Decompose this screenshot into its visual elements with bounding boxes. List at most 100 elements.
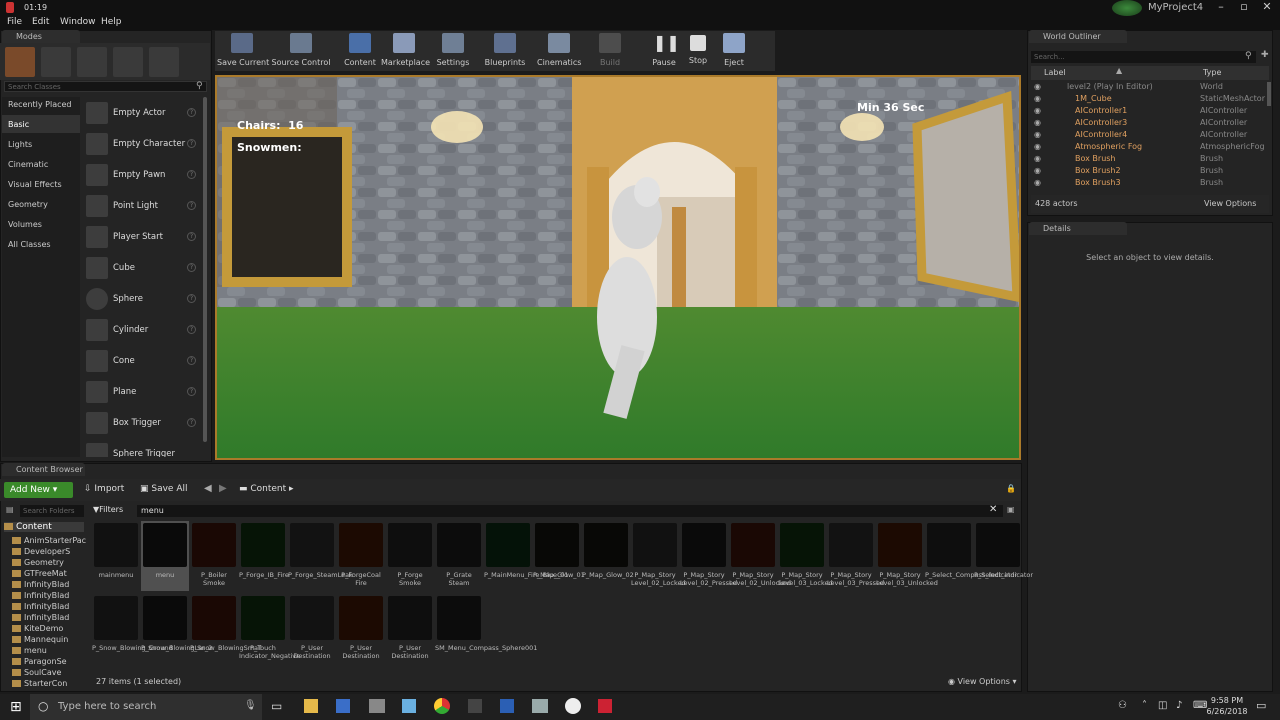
eye-icon[interactable]: ◉ [1034, 130, 1041, 139]
help-icon[interactable]: ? [187, 325, 196, 334]
clear-search-icon[interactable]: ✕ [989, 504, 997, 515]
outliner-row[interactable]: ◉ Atmospheric Fog AtmosphericFog [1031, 141, 1269, 153]
outliner-settings-icon[interactable]: ✚ [1261, 50, 1269, 60]
asset-tile[interactable]: P_MainMenu_Fire_Blue_01 [484, 521, 569, 591]
asset-tile[interactable]: P_Forge_SteamLeak [288, 521, 353, 591]
eject-button[interactable]: Eject [719, 33, 749, 71]
eye-icon[interactable]: ◉ [1034, 118, 1041, 127]
asset-tile[interactable]: mainmenu [92, 521, 140, 591]
asset-tile[interactable]: menu [141, 521, 189, 591]
category-lights[interactable]: Lights [8, 140, 32, 149]
category-cinematic[interactable]: Cinematic [8, 160, 48, 169]
minimize-button[interactable]: – [1210, 0, 1232, 14]
asset-tile[interactable]: P_User Destination [337, 594, 385, 664]
place-empty-actor[interactable]: Empty Actor? [83, 99, 198, 127]
menu-edit[interactable]: Edit [32, 17, 49, 27]
help-icon[interactable]: ? [187, 139, 196, 148]
help-icon[interactable]: ? [187, 232, 196, 241]
import-button[interactable]: ⇩ Import [84, 484, 124, 494]
asset-tile[interactable]: P_Forge_IB_Fire [239, 521, 289, 591]
asset-tile[interactable]: P_User Destination [386, 594, 434, 664]
pause-button[interactable]: ❚❚ Pause [649, 33, 680, 71]
windows-start-icon[interactable]: ⊞ [10, 699, 22, 715]
path-breadcrumb[interactable]: ▬ Content ▸ [239, 484, 294, 494]
asset-tile[interactable]: P_Boiler Smoke [190, 521, 238, 591]
outliner-row[interactable]: ◉ level2 (Play In Editor) World [1031, 81, 1269, 93]
content-button[interactable]: Content [343, 33, 377, 71]
maximize-button[interactable]: ▫ [1233, 0, 1255, 14]
app-icon[interactable] [532, 699, 548, 713]
help-icon[interactable]: ? [187, 387, 196, 396]
outliner-row[interactable]: ◉ AIController1 AIController [1031, 105, 1269, 117]
store-icon[interactable] [336, 699, 350, 713]
folder-item[interactable]: SoulCave [12, 668, 61, 677]
geometry-mode-icon[interactable] [149, 47, 179, 77]
asset-tile[interactable]: P_Map_Glow_02 [582, 521, 634, 591]
folder-item[interactable]: InfinityBlad [12, 602, 69, 611]
folder-item[interactable]: menu [12, 646, 47, 655]
people-icon[interactable]: ⚇ [1118, 700, 1127, 711]
outliner-row[interactable]: ◉ 1M_Cube StaticMeshActor [1031, 93, 1269, 105]
menu-window[interactable]: Window [60, 17, 96, 27]
help-icon[interactable]: ? [187, 108, 196, 117]
folder-item[interactable]: Mannequin [12, 635, 68, 644]
save-all-button[interactable]: ▣ Save All [140, 484, 188, 494]
menu-file[interactable]: File [7, 17, 22, 27]
help-icon[interactable]: ? [187, 356, 196, 365]
column-type[interactable]: Type [1203, 68, 1221, 77]
forward-arrow-icon[interactable]: ▶ [219, 483, 227, 494]
folder-item[interactable]: AnimStarterPack [12, 536, 86, 545]
taskbar-date[interactable]: 6/26/2018 [1205, 707, 1249, 716]
task-view-icon[interactable]: ▭ [271, 699, 282, 713]
content-view-options[interactable]: ◉ View Options ▾ [948, 677, 1017, 686]
photos-icon[interactable] [402, 699, 416, 713]
eye-icon[interactable]: ◉ [1034, 94, 1041, 103]
chevron-up-icon[interactable]: ˄ [1142, 700, 1147, 711]
cinematics-button[interactable]: Cinematics [537, 33, 581, 71]
category-recently-placed[interactable]: Recently Placed [8, 100, 72, 109]
volume-icon[interactable]: ♪ [1176, 700, 1182, 711]
folder-item[interactable]: StarterCon [12, 679, 67, 688]
menu-help[interactable]: Help [101, 17, 122, 27]
source-control-button[interactable]: Source Control [271, 33, 331, 71]
asset-tile[interactable]: P_Snow_BlowingSmall [190, 594, 262, 664]
help-icon[interactable]: ? [187, 418, 196, 427]
outliner-row[interactable]: ◉ Box Brush3 Brush [1031, 177, 1269, 189]
mail-icon[interactable] [369, 699, 385, 713]
outliner-row[interactable]: ◉ Box Brush2 Brush [1031, 165, 1269, 177]
asset-tile[interactable]: P_Map_Story Level_03_Pressed [827, 521, 884, 591]
close-button[interactable]: ✕ [1256, 0, 1278, 14]
place-box-trigger[interactable]: Box Trigger? [83, 409, 198, 437]
build-button[interactable]: Build [595, 33, 625, 71]
outliner-scrollbar[interactable] [1267, 82, 1271, 106]
word-icon[interactable] [500, 699, 514, 713]
help-icon[interactable]: ? [187, 201, 196, 210]
search-classes-input[interactable]: Search Classes [4, 81, 207, 92]
save-current-button[interactable]: Save Current [217, 33, 269, 71]
category-basic[interactable]: Basic [8, 120, 29, 129]
tab-modes[interactable]: Modes [2, 30, 80, 43]
sources-toggle-icon[interactable]: ▤ [6, 505, 14, 514]
stop-button[interactable]: Stop [683, 33, 713, 71]
lock-icon[interactable]: 🔒 [1006, 484, 1016, 493]
asset-tile[interactable]: P_Map_Story Level_02_Locked [631, 521, 686, 591]
chrome-icon[interactable] [434, 698, 450, 714]
place-player-start[interactable]: Player Start? [83, 223, 198, 251]
place-mode-icon[interactable] [5, 47, 35, 77]
blueprints-button[interactable]: Blueprints [483, 33, 527, 71]
column-label[interactable]: Label [1044, 68, 1066, 77]
outliner-view-options[interactable]: View Options [1204, 199, 1256, 208]
asset-tile[interactable]: P_Forge Smoke [386, 521, 434, 591]
folder-search-input[interactable]: Search Folders [20, 505, 84, 517]
eye-icon[interactable]: ◉ [1034, 178, 1041, 187]
asset-tile[interactable]: P_Map_Glow_01 [533, 521, 585, 591]
unreal-engine-icon[interactable] [565, 698, 581, 714]
outliner-row[interactable]: ◉ AIController4 AIController [1031, 129, 1269, 141]
folder-item[interactable]: Content [4, 522, 84, 532]
asset-tile[interactable]: P_Grate Steam [435, 521, 483, 591]
eye-icon[interactable]: ◉ [1034, 154, 1041, 163]
eye-icon[interactable]: ◉ [1034, 142, 1041, 151]
place-cylinder[interactable]: Cylinder? [83, 316, 198, 344]
asset-tile[interactable]: P_Snow_BlowingLar_2 [141, 594, 212, 664]
folder-item[interactable]: KiteDemo [12, 624, 63, 633]
